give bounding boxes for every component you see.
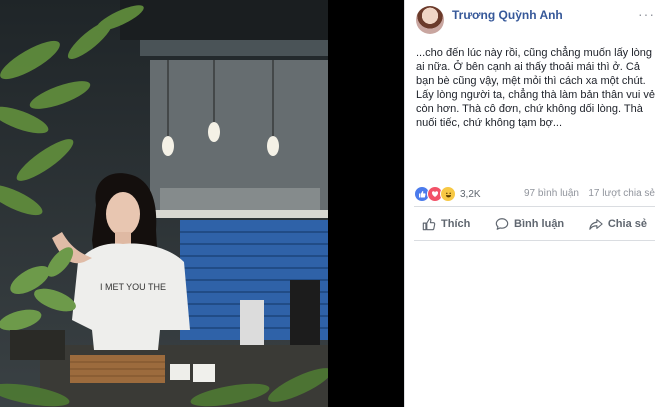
shares-count[interactable]: 17 lượt chia sẻ (588, 188, 655, 199)
comments-count[interactable]: 97 bình luận (524, 188, 579, 199)
post-header: Trương Quỳnh Anh ··· (416, 6, 655, 38)
thumbs-up-icon (422, 218, 436, 231)
post-panel: Trương Quỳnh Anh ··· ...cho đến lúc này … (404, 0, 665, 407)
share-label: Chia sẻ (607, 218, 647, 230)
author-name[interactable]: Trương Quỳnh Anh (452, 8, 563, 22)
divider-bottom (414, 240, 655, 241)
reactions-summary[interactable]: 3,2K (414, 186, 481, 202)
comment-button[interactable]: Bình luận (487, 212, 572, 236)
divider-top (414, 206, 655, 207)
post-photo[interactable]: I MET YOU THE (0, 0, 328, 407)
more-options-icon[interactable]: ··· (638, 6, 655, 22)
comment-label: Bình luận (514, 218, 565, 230)
post-text: ...cho đến lúc này rồi, cũng chẳng muốn … (416, 47, 656, 129)
engagement-counts: 3,2K 97 bình luận 17 lượt chia sẻ (414, 186, 655, 204)
like-button[interactable]: Thích (414, 212, 478, 236)
comment-icon (495, 218, 509, 230)
like-label: Thích (441, 218, 471, 230)
avatar[interactable] (416, 6, 444, 34)
share-icon (589, 219, 603, 230)
action-bar: Thích Bình luận Chia sẻ (414, 212, 655, 236)
share-button[interactable]: Chia sẻ (581, 212, 655, 236)
panel-border (404, 0, 405, 407)
haha-reaction-icon (440, 186, 456, 202)
photo-scene: I MET YOU THE (0, 0, 328, 407)
reaction-count: 3,2K (460, 188, 481, 200)
shirt-text: I MET YOU THE (100, 282, 166, 292)
